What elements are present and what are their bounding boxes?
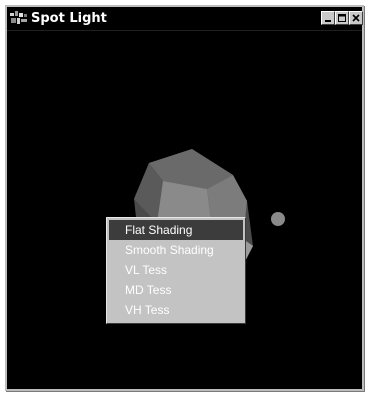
render-viewport[interactable]: Flat Shading Smooth Shading VL Tess MD T…: [7, 31, 362, 389]
shading-context-menu: Flat Shading Smooth Shading VL Tess MD T…: [106, 217, 246, 324]
app-logo-icon[interactable]: [10, 11, 29, 25]
close-icon: [352, 14, 360, 22]
spot-light-window: Spot Light Flat Shading Smooth Shading V…: [5, 5, 364, 391]
scene-canvas: [134, 149, 285, 277]
menu-item-vl-tess[interactable]: VL Tess: [109, 260, 243, 280]
menu-item-vh-tess[interactable]: VH Tess: [109, 300, 243, 320]
light-source-sphere[interactable]: [271, 212, 285, 226]
window-title: Spot Light: [31, 11, 107, 26]
menu-item-md-tess[interactable]: MD Tess: [109, 280, 243, 300]
minimize-icon: [325, 20, 331, 22]
title-bar[interactable]: Spot Light: [7, 7, 363, 31]
maximize-icon: [338, 14, 346, 22]
menu-item-smooth-shading[interactable]: Smooth Shading: [109, 240, 243, 260]
menu-item-flat-shading[interactable]: Flat Shading: [109, 220, 243, 240]
close-button[interactable]: [349, 11, 363, 25]
maximize-button[interactable]: [335, 11, 349, 25]
minimize-button[interactable]: [321, 11, 335, 25]
